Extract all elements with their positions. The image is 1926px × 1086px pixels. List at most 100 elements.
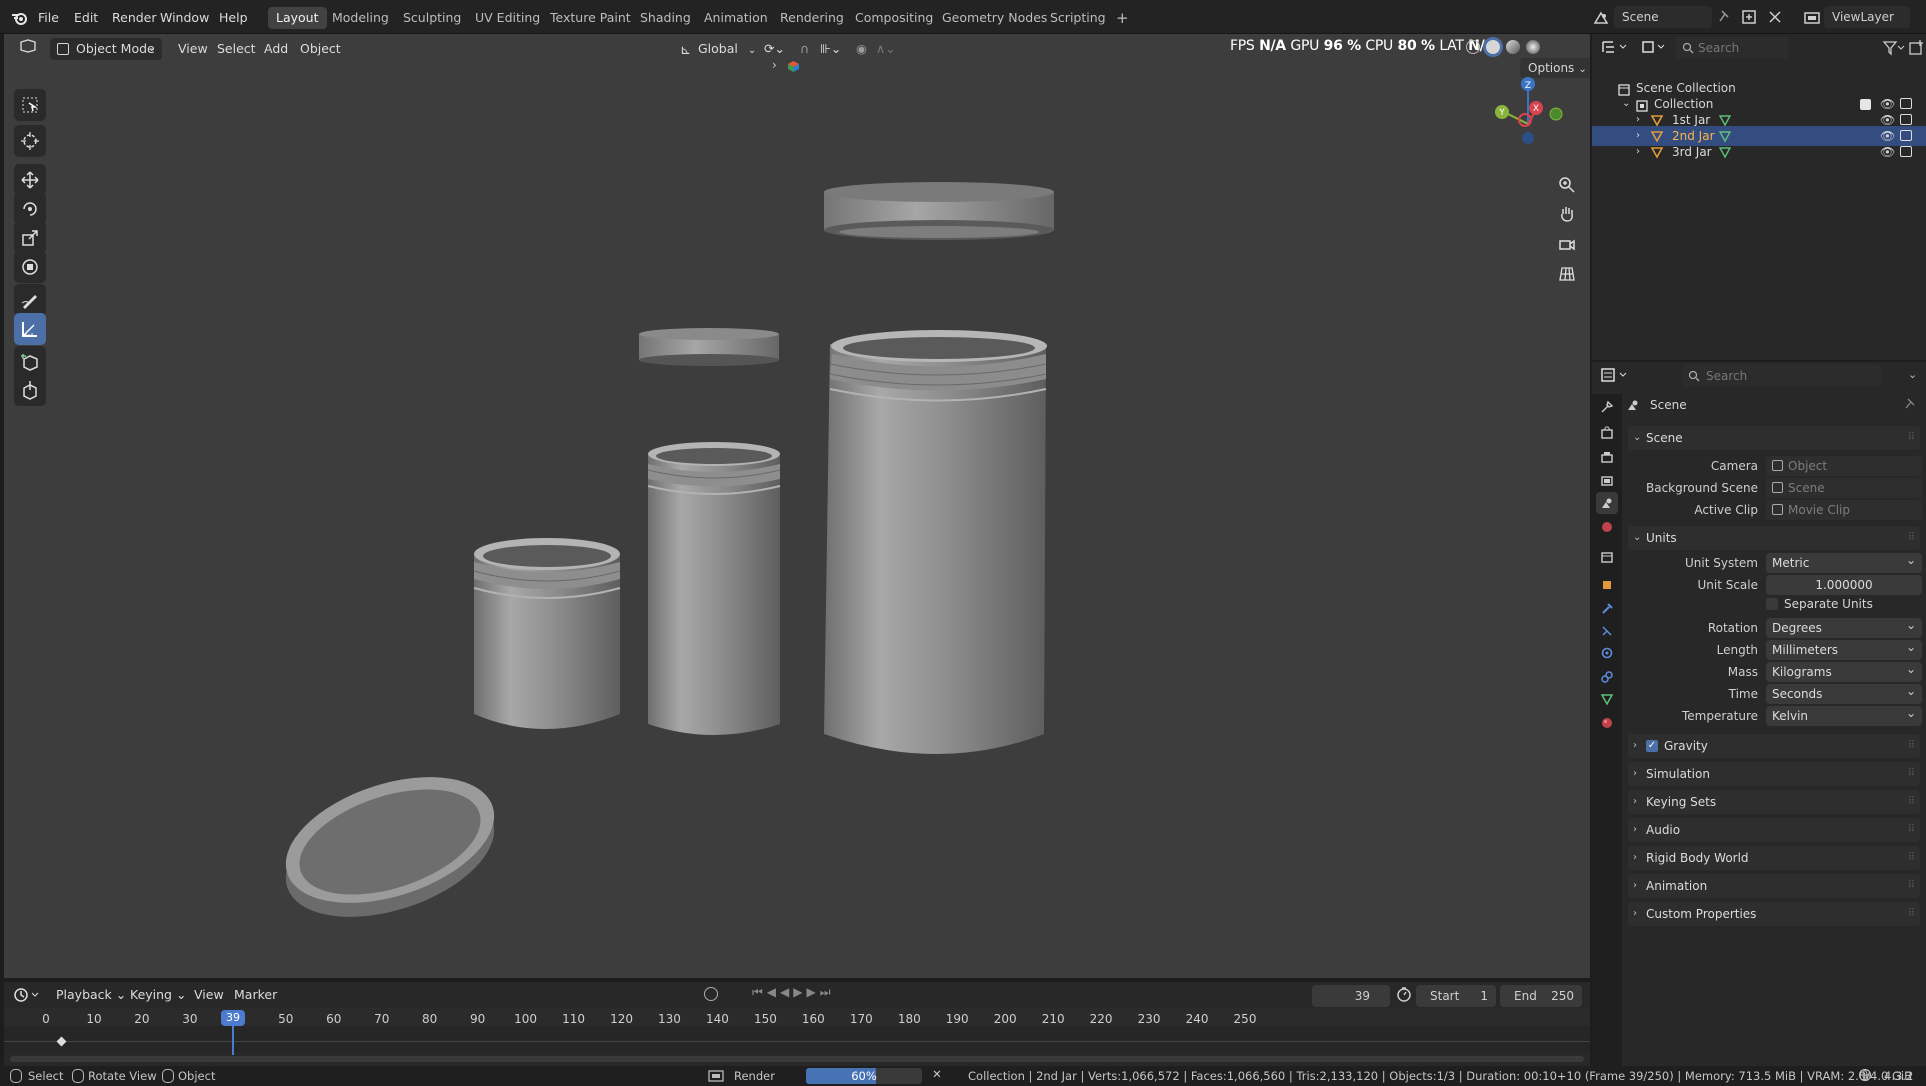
tab-sculpting[interactable]: Sculpting	[395, 7, 469, 29]
drag-grip-icon[interactable]: ⠿	[1908, 846, 1915, 870]
properties-search-input[interactable]: Search	[1682, 365, 1882, 387]
playhead-frame-badge[interactable]: 39	[221, 1010, 246, 1026]
simulation-panel-header[interactable]: › Simulation ⠿	[1628, 762, 1920, 786]
animation-panel-header[interactable]: › Animation ⠿	[1628, 874, 1920, 898]
scene-tab-icon[interactable]	[1596, 492, 1618, 514]
outliner-editor-type-icon[interactable]	[1600, 38, 1634, 58]
tab-texture-paint[interactable]: Texture Paint	[542, 7, 639, 29]
gravity-panel-header[interactable]: › ✓ Gravity ⠿	[1628, 734, 1920, 758]
custom-properties-panel-header[interactable]: › Custom Properties ⠿	[1628, 902, 1920, 926]
tab-uv-editing[interactable]: UV Editing	[467, 7, 548, 29]
drag-grip-icon[interactable]: ⠿	[1908, 790, 1915, 814]
small-jar[interactable]	[473, 538, 621, 729]
drag-grip-icon[interactable]: ⠿	[1908, 762, 1915, 786]
open-lid[interactable]	[270, 753, 510, 940]
tab-layout[interactable]: Layout	[268, 7, 327, 29]
blender-logo-icon[interactable]	[10, 9, 28, 27]
unit-scale-dropdown[interactable]: 1.000000	[1766, 575, 1922, 595]
delete-scene-icon[interactable]	[1766, 8, 1786, 28]
medium-lid[interactable]	[639, 328, 779, 366]
menu-help[interactable]: Help	[213, 7, 254, 29]
mesh-data-icon[interactable]	[1718, 129, 1732, 143]
timeline-scrollbar[interactable]	[10, 1056, 1584, 1062]
menu-edit[interactable]: Edit	[68, 7, 104, 29]
chevron-down-icon[interactable]: ⌄	[1908, 368, 1917, 381]
tool-tab-icon[interactable]	[1596, 396, 1618, 418]
viewlayer-icon[interactable]	[1800, 7, 1824, 29]
data-tab-icon[interactable]	[1596, 688, 1618, 710]
material-tab-icon[interactable]	[1596, 712, 1618, 734]
display-mode-icon[interactable]	[1640, 38, 1670, 58]
pin-icon[interactable]	[1904, 398, 1918, 412]
large-lid[interactable]	[824, 182, 1054, 240]
drag-grip-icon[interactable]: ⠿	[1908, 902, 1915, 926]
drag-grip-icon[interactable]: ⠿	[1908, 734, 1915, 758]
mesh-data-icon[interactable]	[1718, 145, 1732, 159]
large-jar[interactable]	[824, 330, 1047, 754]
viewlayer-selector[interactable]: ViewLayer	[1824, 6, 1910, 28]
tab-compositing[interactable]: Compositing	[847, 7, 941, 29]
collection-tab-icon[interactable]	[1596, 546, 1618, 568]
scene-icon[interactable]	[1588, 7, 1614, 29]
render-tab-icon[interactable]	[1596, 422, 1618, 444]
camera-render-icon[interactable]	[1900, 98, 1912, 109]
add-workspace-button[interactable]: +	[1108, 7, 1137, 29]
menu-file[interactable]: File	[32, 7, 65, 29]
rotation-dropdown[interactable]: Degrees	[1766, 615, 1922, 638]
outliner-row-object[interactable]: › 3rd Jar 👁	[1592, 142, 1926, 162]
drag-grip-icon[interactable]: ⠿	[1908, 526, 1915, 550]
camera-render-icon[interactable]	[1900, 114, 1912, 125]
tab-geometry-nodes[interactable]: Geometry Nodes	[934, 7, 1055, 29]
filter-icon[interactable]	[1882, 40, 1906, 58]
constraints-tab-icon[interactable]	[1596, 666, 1618, 688]
physics-tab-icon[interactable]	[1596, 642, 1618, 664]
3d-viewport[interactable]: Object Mode ⌄ View Select Add Object ⊾ G…	[4, 34, 1590, 978]
units-panel-header[interactable]: ⌄ Units ⠿	[1628, 526, 1920, 550]
active-clip-field[interactable]: Movie Clip	[1766, 500, 1922, 520]
background-scene-field[interactable]: Scene	[1766, 478, 1922, 498]
properties-editor-type-icon[interactable]	[1600, 366, 1634, 386]
camera-render-icon[interactable]	[1900, 146, 1912, 157]
tab-animation[interactable]: Animation	[696, 7, 776, 29]
camera-field[interactable]: Object	[1766, 456, 1922, 476]
length-dropdown[interactable]: Millimeters	[1766, 637, 1922, 660]
modifier-tab-icon[interactable]	[1596, 598, 1618, 620]
unit-system-dropdown[interactable]: Metric	[1766, 550, 1922, 573]
playhead-line[interactable]	[232, 1025, 235, 1055]
eye-icon[interactable]: 👁	[1880, 142, 1895, 162]
cancel-render-icon[interactable]: ✕	[928, 1067, 946, 1085]
mesh-data-icon[interactable]	[1718, 113, 1732, 127]
audio-panel-header[interactable]: › Audio ⠿	[1628, 818, 1920, 842]
object-tab-icon[interactable]	[1596, 574, 1618, 596]
world-tab-icon[interactable]	[1596, 516, 1618, 538]
tab-scripting[interactable]: Scripting	[1042, 7, 1114, 29]
gravity-checkbox[interactable]: ✓	[1646, 740, 1658, 752]
pin-icon[interactable]	[1716, 9, 1734, 27]
temperature-dropdown[interactable]: Kelvin	[1766, 703, 1922, 726]
separate-units-checkbox[interactable]	[1766, 598, 1778, 610]
rigid-body-world-panel-header[interactable]: › Rigid Body World ⠿	[1628, 846, 1920, 870]
tab-modeling[interactable]: Modeling	[324, 7, 397, 29]
medium-jar[interactable]	[647, 442, 781, 735]
keying-sets-panel-header[interactable]: › Keying Sets ⠿	[1628, 790, 1920, 814]
new-scene-icon[interactable]	[1740, 8, 1760, 28]
new-collection-icon[interactable]	[1908, 40, 1924, 56]
network-globe-icon[interactable]	[1858, 1068, 1874, 1084]
time-dropdown[interactable]: Seconds	[1766, 681, 1922, 704]
particles-tab-icon[interactable]	[1596, 620, 1618, 642]
chevron-right-icon[interactable]: ›	[1636, 142, 1640, 162]
camera-render-icon[interactable]	[1900, 130, 1912, 141]
drag-grip-icon[interactable]: ⠿	[1908, 426, 1915, 450]
keyframe-track[interactable]	[4, 1026, 1590, 1052]
tab-rendering[interactable]: Rendering	[772, 7, 852, 29]
scene-panel-header[interactable]: ⌄ Scene ⠿	[1628, 426, 1920, 450]
menu-window[interactable]: Window	[154, 7, 215, 29]
drag-grip-icon[interactable]: ⠿	[1908, 818, 1915, 842]
output-tab-icon[interactable]	[1596, 446, 1618, 468]
view-layer-tab-icon[interactable]	[1596, 470, 1618, 492]
collection-checkbox[interactable]	[1860, 99, 1871, 110]
tab-shading[interactable]: Shading	[632, 7, 699, 29]
drag-grip-icon[interactable]: ⠿	[1908, 874, 1915, 898]
mass-dropdown[interactable]: Kilograms	[1766, 659, 1922, 682]
scene-selector[interactable]: Scene	[1614, 6, 1712, 28]
